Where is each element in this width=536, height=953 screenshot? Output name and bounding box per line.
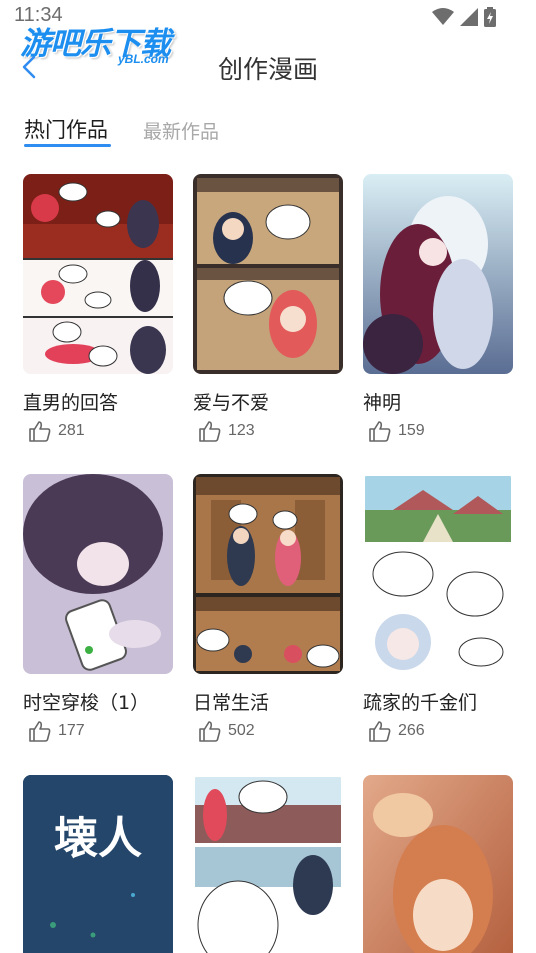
tab-indicator [24, 144, 111, 147]
like-counter[interactable]: 266 [368, 720, 425, 742]
like-counter[interactable]: 123 [198, 420, 255, 442]
comic-cover [23, 474, 173, 674]
like-count: 177 [58, 722, 85, 739]
comic-cover [193, 174, 343, 374]
thumbs-up-icon [369, 421, 391, 442]
tab-popular[interactable]: 热门作品 [24, 114, 108, 144]
like-count: 281 [58, 422, 85, 439]
comic-cover [193, 474, 343, 674]
comic-title: 直男的回答 [23, 392, 119, 414]
comic-cover-text: 壊人 [54, 813, 142, 864]
comic-title: 疏家的千金们 [363, 692, 478, 714]
battery-icon [484, 7, 496, 27]
status-time: 11:34 [14, 4, 63, 26]
comic-cover [363, 775, 513, 953]
status-icons [432, 7, 496, 27]
comic-title: 爱与不爱 [193, 392, 270, 414]
thumbs-up-icon [199, 421, 221, 442]
like-counter[interactable]: 281 [28, 420, 85, 442]
comic-title: 日常生活 [193, 692, 270, 714]
cellular-signal-icon [460, 8, 478, 26]
comic-cover [363, 474, 513, 674]
wifi-icon [432, 8, 454, 25]
tab-latest[interactable]: 最新作品 [143, 117, 219, 144]
like-count: 266 [398, 722, 425, 739]
comic-cover [193, 775, 343, 953]
comic-title: 神明 [363, 392, 402, 414]
comic-cover [23, 174, 173, 374]
status-bar: 11:34 [0, 0, 536, 34]
like-count: 502 [228, 722, 255, 739]
like-counter[interactable]: 177 [28, 720, 85, 742]
comic-cover: 壊人 [23, 775, 173, 953]
comic-title: 时空穿梭（1） [23, 692, 150, 714]
like-counter[interactable]: 159 [368, 420, 425, 442]
like-count: 159 [398, 422, 425, 439]
page-title: 创作漫画 [217, 55, 318, 84]
thumbs-up-icon [199, 721, 221, 742]
thumbs-up-icon [29, 721, 51, 742]
thumbs-up-icon [29, 421, 51, 442]
comic-cover [363, 174, 513, 374]
like-counter[interactable]: 502 [198, 720, 255, 742]
thumbs-up-icon [369, 721, 391, 742]
like-count: 123 [228, 422, 255, 439]
